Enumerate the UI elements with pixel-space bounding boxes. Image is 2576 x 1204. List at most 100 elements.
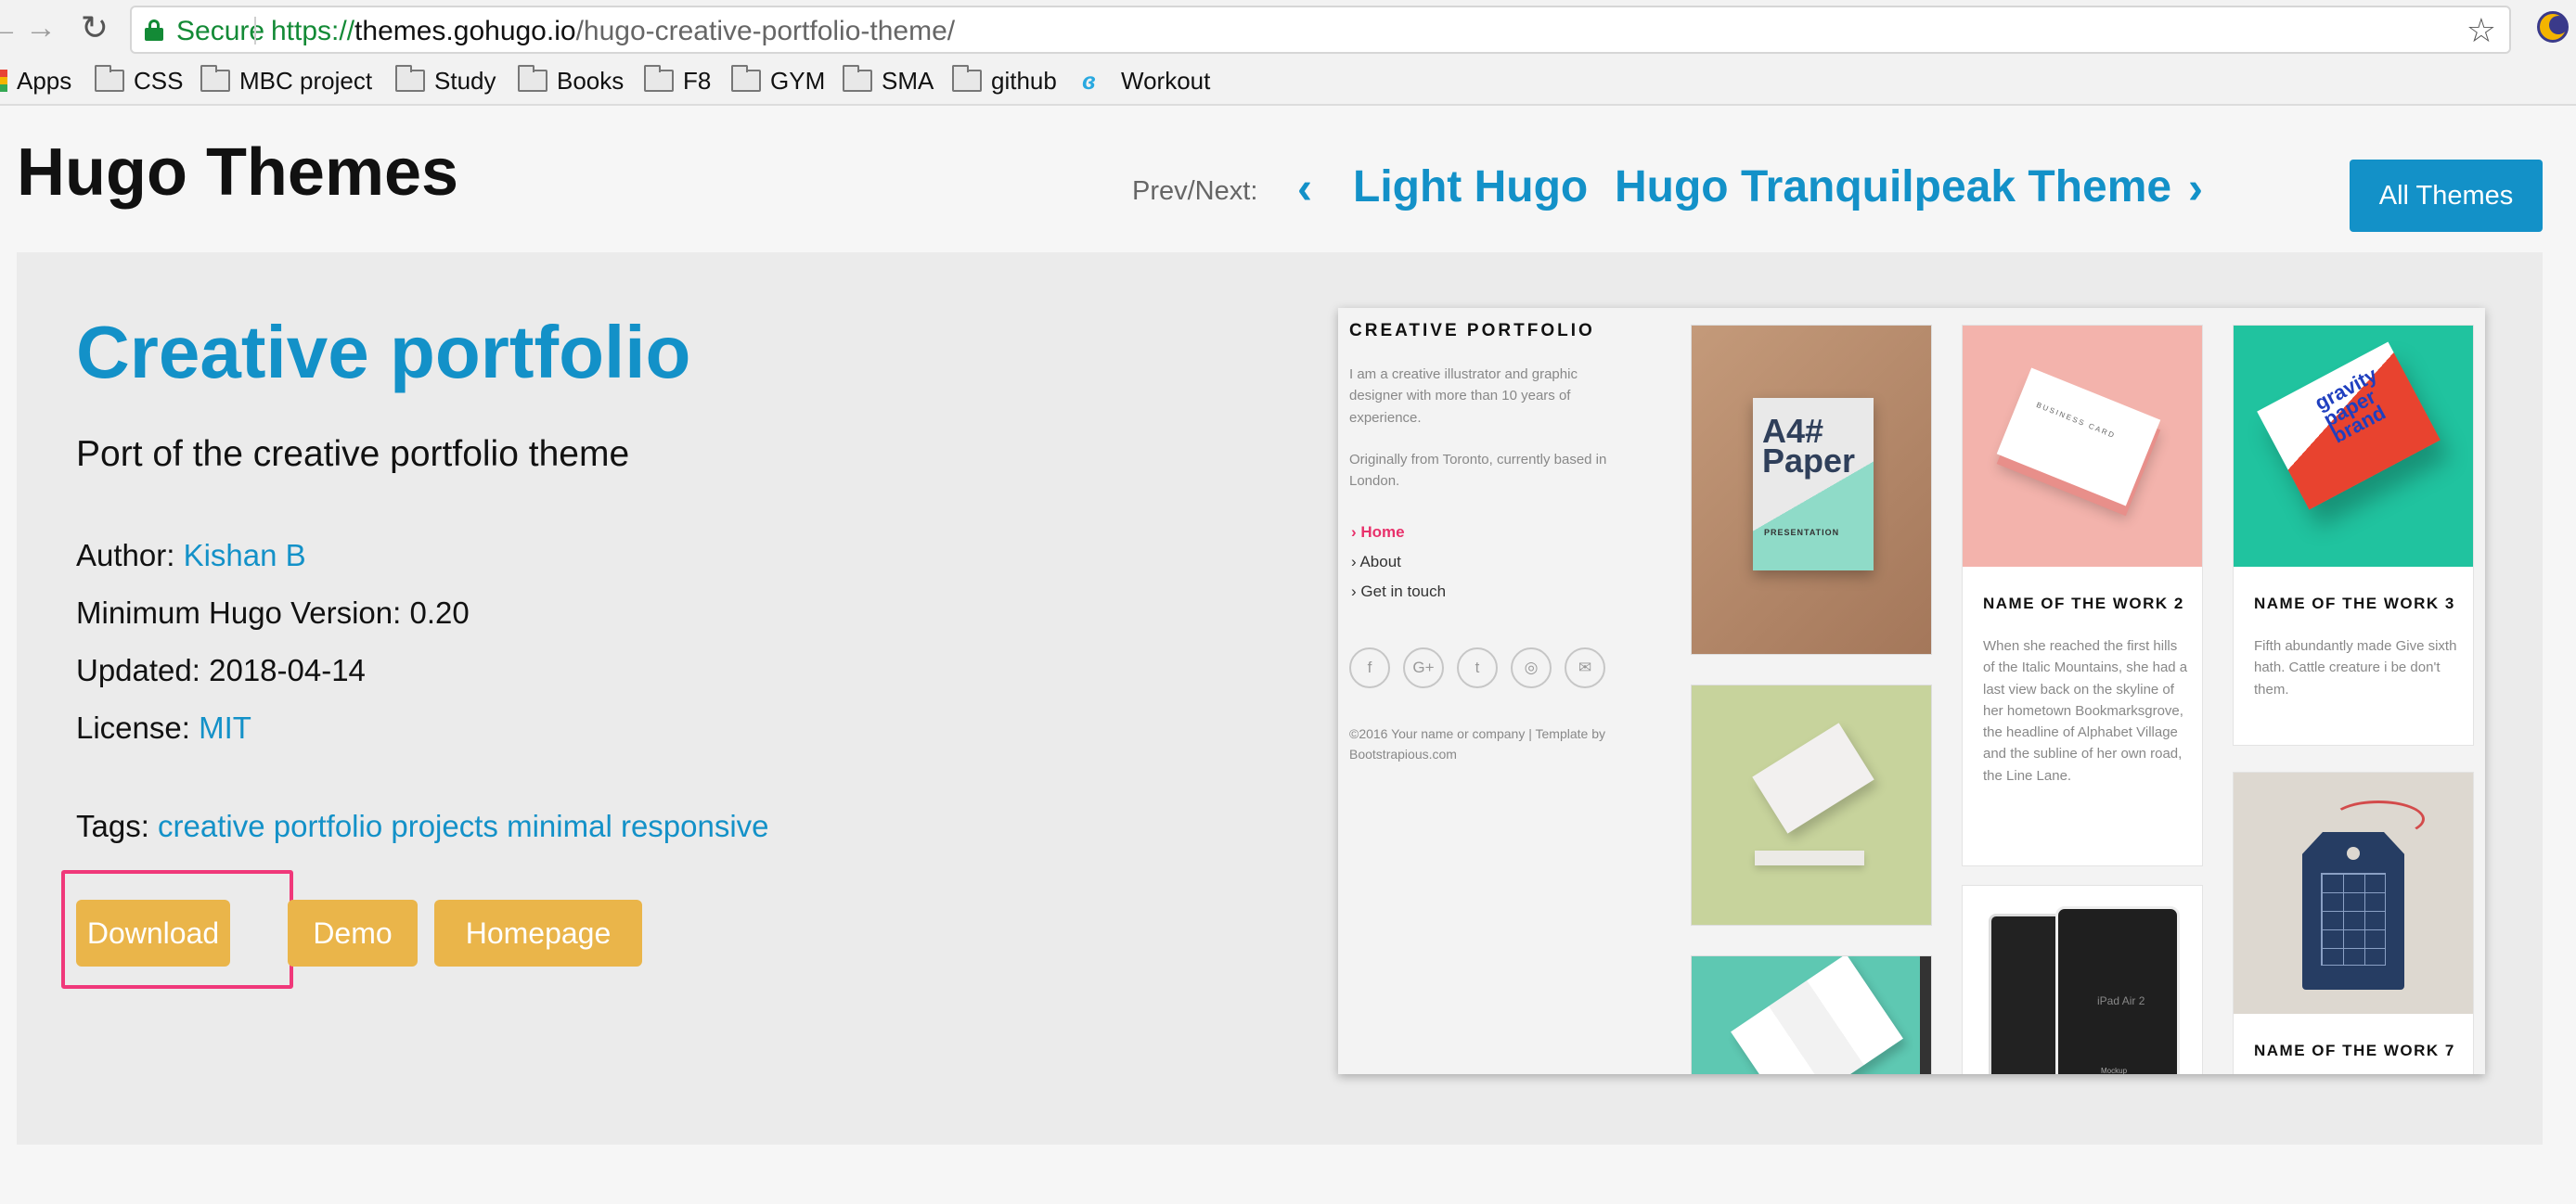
flyer-image: gravity paper brand	[2234, 326, 2473, 567]
tag-link[interactable]: minimal	[507, 809, 612, 843]
author-row: Author: Kishan B	[76, 538, 306, 573]
tag-link[interactable]: portfolio	[274, 809, 382, 843]
bookmark-label: GYM	[770, 66, 826, 95]
author-link[interactable]: Kishan B	[184, 538, 306, 572]
bookmark-apps[interactable]: Apps	[0, 65, 71, 96]
updated-label: Updated:	[76, 653, 200, 687]
author-label: Author:	[76, 538, 175, 572]
standing-card-mockup	[1752, 723, 1874, 834]
preview-work-card: NAME OF THE WORK 7	[2233, 772, 2474, 1074]
chevron-left-icon[interactable]: ‹	[1297, 167, 1312, 211]
all-themes-button[interactable]: All Themes	[2350, 160, 2543, 232]
reload-icon[interactable]: ↻	[78, 11, 111, 45]
workout-site-icon: ɞ	[1082, 66, 1096, 95]
bookmark-apps-label: Apps	[17, 66, 72, 95]
hang-tag-mockup	[2302, 832, 2404, 990]
bookmark-folder-study[interactable]: Study	[395, 65, 496, 96]
bookmark-folder-css[interactable]: CSS	[95, 65, 183, 96]
tag-image	[2234, 773, 2473, 1014]
bookmark-folder-books[interactable]: Books	[518, 65, 624, 96]
download-button[interactable]: Download	[76, 900, 230, 967]
prev-next-label: Prev/Next:	[1132, 176, 1258, 206]
work-card-title: NAME OF THE WORK 2	[1983, 595, 2184, 612]
url-text[interactable]: https://themes.gohugo.io/hugo-creative-p…	[271, 16, 955, 47]
tag-grid-pattern	[2321, 873, 2386, 966]
license-row: License: MIT	[76, 711, 251, 746]
work-card-desc: Fifth abundantly made Give sixth hath. C…	[2254, 638, 2457, 698]
folder-icon	[952, 65, 982, 92]
poster-text: A4# Paper	[1762, 412, 1856, 480]
preview-work-card: BUSINESS CARD NAME OF THE WORK 2 When sh…	[1962, 325, 2203, 866]
bookmark-star-icon[interactable]: ☆	[2467, 11, 2496, 50]
url-scheme: https://	[271, 16, 355, 46]
forward-arrow-icon[interactable]: →	[24, 11, 58, 45]
bookmark-label: github	[991, 66, 1057, 95]
preview-nav-label: Home	[1360, 523, 1405, 541]
folder-icon	[95, 65, 124, 92]
bookmark-workout[interactable]: ɞ Workout	[1082, 65, 1210, 96]
bookmarks-bar: Apps CSS MBC project Study Books F8 GYM …	[0, 58, 2576, 106]
bookmark-label: F8	[683, 66, 712, 95]
bookmark-folder-sma[interactable]: SMA	[843, 65, 934, 96]
preview-work-card: gravity paper brand NAME OF THE WORK 3 F…	[2233, 325, 2474, 746]
bookmark-label: Books	[557, 66, 625, 95]
card-stack-mockup	[1755, 851, 1864, 865]
bookmark-folder-github[interactable]: github	[952, 65, 1057, 96]
bookmark-folder-mbc-project[interactable]: MBC project	[200, 65, 372, 96]
flyer-text: gravity paper brand	[2311, 363, 2389, 448]
business-card-text: BUSINESS CARD	[2035, 400, 2118, 441]
demo-button[interactable]: Demo	[288, 900, 418, 967]
poster-subtitle: PRESENTATION	[1764, 528, 1840, 537]
brochure-edge	[1920, 956, 1931, 1074]
prev-theme-link[interactable]: Light Hugo	[1353, 162, 1588, 212]
business-card-image: BUSINESS CARD	[1963, 326, 2202, 567]
theme-title: Creative portfolio	[76, 311, 691, 393]
min-version-row: Minimum Hugo Version: 0.20	[76, 596, 470, 631]
bookmark-label: MBC project	[239, 66, 373, 95]
tags-row: Tags: creative portfolio projects minima…	[76, 809, 769, 844]
chevron-right-icon[interactable]: ›	[2188, 167, 2203, 211]
work-card-title: NAME OF THE WORK 7	[2254, 1042, 2455, 1059]
preview-intro: I am a creative illustrator and graphic …	[1349, 366, 1578, 426]
tags-label: Tags:	[76, 809, 149, 843]
homepage-button[interactable]: Homepage	[434, 900, 642, 967]
work-card-title: NAME OF THE WORK 3	[2254, 595, 2455, 612]
folder-icon	[843, 65, 872, 92]
url-host: themes.gohugo.io	[354, 16, 576, 46]
site-title[interactable]: Hugo Themes	[17, 139, 458, 206]
night-mode-extension-icon[interactable]	[2537, 11, 2569, 43]
apps-grid-icon	[0, 70, 7, 92]
tag-link[interactable]: responsive	[621, 809, 769, 843]
preview-footer: ©2016 Your name or company | Template by…	[1349, 726, 1605, 762]
twitter-icon: t	[1457, 647, 1498, 688]
tag-link[interactable]: creative	[158, 809, 265, 843]
bookmark-label: SMA	[882, 66, 934, 95]
url-path: /hugo-creative-portfolio-theme/	[575, 16, 956, 46]
bookmark-label: Workout	[1121, 66, 1211, 95]
theme-preview-screenshot[interactable]: CREATIVE PORTFOLIO I am a creative illus…	[1338, 308, 2485, 1074]
google-plus-icon: G+	[1403, 647, 1444, 688]
license-link[interactable]: MIT	[199, 711, 251, 745]
url-separator	[254, 17, 256, 45]
folder-icon	[518, 65, 547, 92]
theme-description: Port of the creative portfolio theme	[76, 434, 630, 474]
bookmark-folder-gym[interactable]: GYM	[731, 65, 825, 96]
lock-icon	[145, 19, 163, 41]
bookmark-label: Study	[434, 66, 496, 95]
brochure-mockup	[1731, 956, 1903, 1074]
tag-link[interactable]: projects	[391, 809, 498, 843]
license-label: License:	[76, 711, 190, 745]
ipad-label: iPad Air 2	[2097, 994, 2145, 1007]
preview-origin: Originally from Toronto, currently based…	[1349, 452, 1607, 490]
folder-icon	[395, 65, 425, 92]
back-arrow-icon[interactable]: ←	[0, 11, 20, 45]
bookmark-folder-f8[interactable]: F8	[644, 65, 711, 96]
preview-nav-label: About	[1359, 553, 1401, 570]
address-bar[interactable]: Secure https://themes.gohugo.io/hugo-cre…	[130, 6, 2511, 54]
facebook-icon: f	[1349, 647, 1390, 688]
browser-toolbar: ← → ↻ Secure https://themes.gohugo.io/hu…	[0, 0, 2576, 58]
min-version-label: Minimum Hugo Version:	[76, 596, 402, 630]
instagram-icon: ◎	[1511, 647, 1552, 688]
folder-icon	[200, 65, 230, 92]
next-theme-link[interactable]: Hugo Tranquilpeak Theme	[1615, 162, 2171, 212]
